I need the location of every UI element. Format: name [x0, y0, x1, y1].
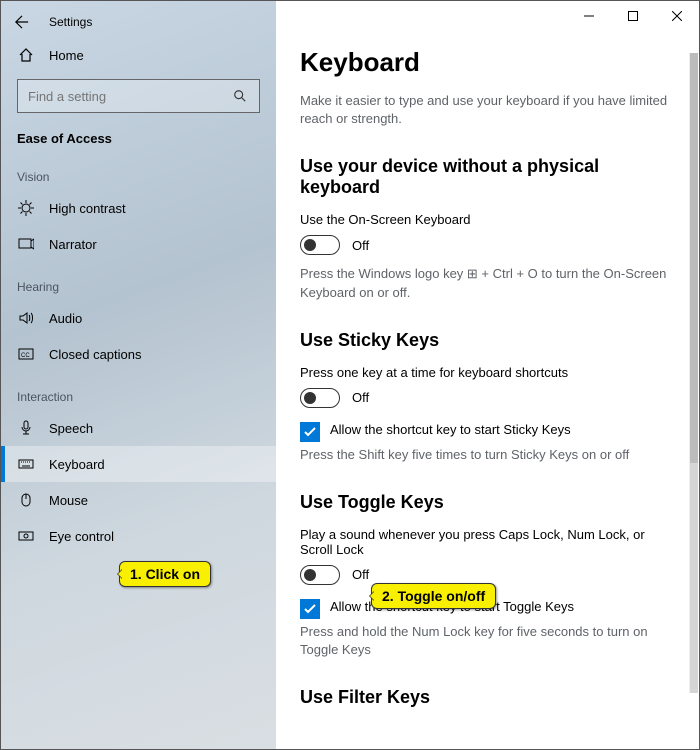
sec4-heading: Use Filter Keys [300, 687, 671, 708]
search-input[interactable] [28, 89, 231, 104]
nav-item-label: Speech [49, 421, 93, 436]
annotation-2: 2. Toggle on/off [371, 583, 496, 609]
sidebar: Settings Home Ease of Access Vision High… [1, 1, 276, 749]
content-scroll[interactable]: Keyboard Make it easier to type and use … [276, 1, 699, 749]
cc-icon: CC [17, 346, 35, 362]
sec2-toggle-label: Press one key at a time for keyboard sho… [300, 365, 671, 380]
window-controls [567, 1, 699, 31]
nav-mouse[interactable]: Mouse [1, 482, 276, 518]
narrator-icon [17, 236, 35, 252]
sec1-hint: Press the Windows logo key ⊞ + Ctrl + O … [300, 265, 671, 301]
close-button[interactable] [655, 1, 699, 31]
toggle-state: Off [352, 390, 369, 405]
toggle-keys-shortcut-checkbox[interactable] [300, 599, 320, 619]
nav-item-label: Closed captions [49, 347, 142, 362]
minimize-button[interactable] [567, 1, 611, 31]
back-icon[interactable] [13, 15, 31, 29]
scrollbar-thumb[interactable] [690, 53, 698, 463]
nav-item-label: Keyboard [49, 457, 105, 472]
group-hearing: Hearing [1, 262, 276, 300]
nav-closed-captions[interactable]: CC Closed captions [1, 336, 276, 372]
nav-item-label: Eye control [49, 529, 114, 544]
nav-home[interactable]: Home [1, 37, 276, 73]
window-title: Settings [49, 15, 92, 29]
annotation-1: 1. Click on [119, 561, 211, 587]
group-vision: Vision [1, 152, 276, 190]
nav-home-label: Home [49, 48, 84, 63]
settings-window: Settings Home Ease of Access Vision High… [0, 0, 700, 750]
page-title: Keyboard [300, 47, 671, 78]
svg-text:CC: CC [21, 353, 30, 359]
toggle-state: Off [352, 567, 369, 582]
nav-narrator[interactable]: Narrator [1, 226, 276, 262]
toggle-keys-toggle[interactable] [300, 565, 340, 585]
sec2-heading: Use Sticky Keys [300, 330, 671, 351]
home-icon [17, 47, 35, 63]
search-icon [231, 89, 249, 103]
nav-keyboard[interactable]: Keyboard [1, 446, 276, 482]
mouse-icon [17, 492, 35, 508]
keyboard-icon [17, 456, 35, 472]
nav-speech[interactable]: Speech [1, 410, 276, 446]
check-label: Allow the shortcut key to start Sticky K… [330, 422, 571, 437]
sec3-hint: Press and hold the Num Lock key for five… [300, 623, 671, 659]
toggle-state: Off [352, 238, 369, 253]
nav-item-label: Mouse [49, 493, 88, 508]
sec1-heading: Use your device without a physical keybo… [300, 156, 671, 198]
titlebar-left: Settings [1, 7, 276, 37]
main-panel: Keyboard Make it easier to type and use … [276, 1, 699, 749]
speech-icon [17, 420, 35, 436]
section-heading: Ease of Access [1, 123, 276, 152]
nav-eye-control[interactable]: Eye control [1, 518, 276, 554]
sec3-toggle-label: Play a sound whenever you press Caps Loc… [300, 527, 671, 557]
audio-icon [17, 310, 35, 326]
high-contrast-icon [17, 200, 35, 216]
onscreen-keyboard-toggle[interactable] [300, 235, 340, 255]
nav-audio[interactable]: Audio [1, 300, 276, 336]
nav-item-label: Audio [49, 311, 82, 326]
page-intro: Make it easier to type and use your keyb… [300, 92, 671, 128]
sec1-toggle-label: Use the On-Screen Keyboard [300, 212, 671, 227]
group-interaction: Interaction [1, 372, 276, 410]
eye-icon [17, 528, 35, 544]
sec2-hint: Press the Shift key five times to turn S… [300, 446, 671, 464]
checkmark-icon [303, 602, 317, 616]
scrollbar[interactable] [689, 53, 698, 693]
nav-item-label: Narrator [49, 237, 97, 252]
sticky-keys-toggle[interactable] [300, 388, 340, 408]
maximize-button[interactable] [611, 1, 655, 31]
nav-high-contrast[interactable]: High contrast [1, 190, 276, 226]
sticky-keys-shortcut-checkbox[interactable] [300, 422, 320, 442]
nav-item-label: High contrast [49, 201, 126, 216]
search-box[interactable] [17, 79, 260, 113]
sec3-heading: Use Toggle Keys [300, 492, 671, 513]
checkmark-icon [303, 425, 317, 439]
